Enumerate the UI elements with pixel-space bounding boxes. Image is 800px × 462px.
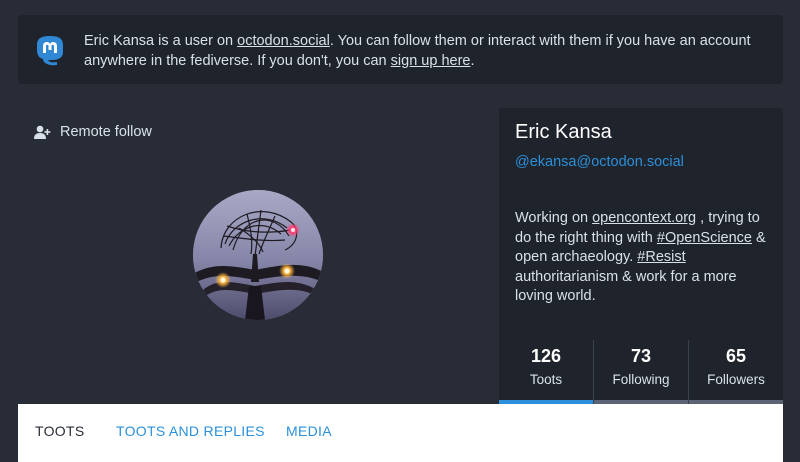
toots-count: 126 (530, 346, 562, 366)
sign-up-link[interactable]: sign up here (391, 53, 471, 69)
tab-media[interactable]: MEDIA (286, 423, 332, 439)
hashtag-resist[interactable]: #Resist (637, 249, 685, 265)
timeline-tabs: TOOTS TOOTS AND REPLIES MEDIA (18, 404, 783, 462)
profile-bio: Working on opencontext.org , trying to d… (515, 209, 771, 307)
profile-counters: 126 Toots 73 Following 65 Followers (499, 340, 783, 404)
mastodon-logo-icon (37, 36, 63, 66)
followers-count: 65 (725, 346, 747, 366)
banner-text-start: Eric Kansa is a user on (84, 33, 238, 49)
banner-text: Eric Kansa is a user on octodon.social. … (84, 31, 774, 71)
info-banner: Eric Kansa is a user on octodon.social. … (18, 15, 783, 84)
toots-counter[interactable]: 126 Toots (499, 340, 593, 404)
banner-text-end: . (470, 53, 475, 69)
tab-toots[interactable]: TOOTS (35, 423, 84, 439)
profile-info-panel: Eric Kansa @ekansa@octodon.social Workin… (499, 108, 783, 404)
add-user-icon (34, 125, 51, 139)
toots-label: Toots (529, 372, 563, 387)
tab-toots-and-replies[interactable]: TOOTS AND REPLIES (116, 423, 265, 439)
hashtag-openscience[interactable]: #OpenScience (657, 230, 752, 246)
remote-follow-label: Remote follow (60, 124, 152, 140)
account-handle[interactable]: @ekansa@octodon.social (515, 154, 684, 170)
bio-link-opencontext[interactable]: opencontext.org (592, 210, 696, 226)
avatar[interactable] (193, 190, 323, 320)
instance-link[interactable]: octodon.social (237, 33, 330, 49)
bio-text: authoritarianism & work for a more lovin… (515, 268, 737, 305)
remote-follow-button[interactable]: Remote follow (34, 124, 152, 140)
bio-text: Working on (515, 210, 593, 226)
following-counter[interactable]: 73 Following (593, 340, 688, 404)
profile-cover: Remote follow (18, 108, 499, 404)
followers-label: Followers (707, 372, 765, 387)
avatar-image (193, 190, 323, 320)
following-label: Following (612, 372, 670, 387)
followers-counter[interactable]: 65 Followers (688, 340, 783, 404)
following-count: 73 (630, 346, 652, 366)
display-name: Eric Kansa (515, 121, 612, 143)
